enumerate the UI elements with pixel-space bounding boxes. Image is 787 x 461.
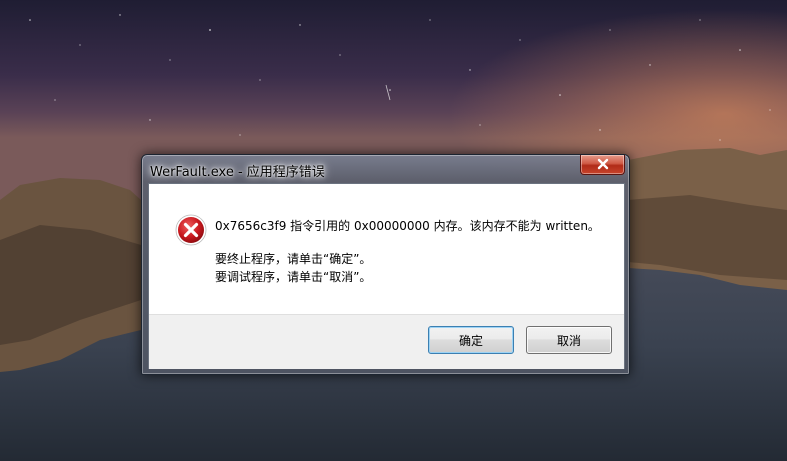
close-button[interactable] [580, 155, 625, 175]
close-icon [597, 158, 609, 170]
dialog-title: WerFault.exe - 应用程序错误 [150, 165, 325, 180]
cancel-button[interactable]: 取消 [526, 326, 612, 354]
message-area: 0x7656c3f9 指令引用的 0x00000000 内存。该内存不能为 wr… [149, 184, 624, 314]
error-dialog: WerFault.exe - 应用程序错误 0x7656c3f9 指令引用的 0… [141, 154, 630, 375]
desktop-background: WerFault.exe - 应用程序错误 0x7656c3f9 指令引用的 0… [0, 0, 787, 461]
dialog-body: 0x7656c3f9 指令引用的 0x00000000 内存。该内存不能为 wr… [148, 183, 625, 369]
button-area: 确定 取消 [149, 314, 624, 369]
debug-instruction: 要调试程序，请单击“取消”。 [215, 270, 372, 284]
error-message: 0x7656c3f9 指令引用的 0x00000000 内存。该内存不能为 wr… [215, 219, 600, 233]
ok-button[interactable]: 确定 [428, 326, 514, 354]
error-icon [175, 214, 207, 246]
terminate-instruction: 要终止程序，请单击“确定”。 [215, 252, 372, 266]
dialog-titlebar[interactable]: WerFault.exe - 应用程序错误 [142, 155, 629, 183]
